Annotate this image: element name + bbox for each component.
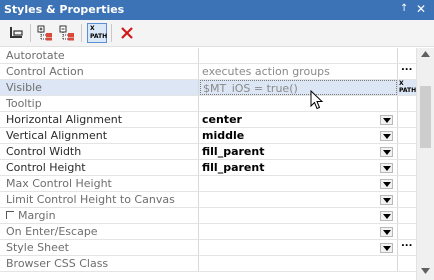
ellipsis-button[interactable]: ... xyxy=(401,62,412,73)
property-value[interactable]: executes action groups xyxy=(200,64,397,79)
property-name: Vertical Alignment xyxy=(0,128,199,143)
property-row-on-enter-escape[interactable]: On Enter/Escape xyxy=(0,224,416,240)
property-row-vertical-alignment[interactable]: Vertical Alignment middle xyxy=(0,128,416,144)
scroll-down-icon[interactable] xyxy=(421,268,430,274)
toolbar-separator xyxy=(81,24,82,42)
property-row-style-sheet[interactable]: Style Sheet ... xyxy=(0,238,416,256)
property-buttons xyxy=(397,256,416,271)
property-value[interactable] xyxy=(200,48,397,63)
property-name: Browser CSS Class xyxy=(0,256,199,271)
margin-icon xyxy=(6,211,14,219)
property-name: Style Sheet xyxy=(0,240,199,255)
property-row-horizontal-alignment[interactable]: Horizontal Alignment center xyxy=(0,112,416,128)
property-name: Control Action xyxy=(0,64,199,79)
property-value[interactable]: fill_parent xyxy=(200,144,397,159)
property-buttons: ... xyxy=(397,62,416,79)
property-value[interactable]: middle xyxy=(200,128,397,143)
property-value[interactable] xyxy=(200,240,397,255)
dropdown-arrow-icon[interactable] xyxy=(380,147,393,157)
property-row-control-action[interactable]: Control Action executes action groups ..… xyxy=(0,62,416,80)
property-value[interactable] xyxy=(200,176,397,191)
dropdown-arrow-icon[interactable] xyxy=(380,227,393,237)
xpath-edit-button[interactable]: X PATH xyxy=(399,80,416,94)
property-name: Tooltip xyxy=(0,96,199,111)
property-buttons xyxy=(397,48,416,63)
tree-view-icon[interactable] xyxy=(6,23,26,43)
property-buttons xyxy=(397,192,416,207)
ellipsis-button[interactable]: ... xyxy=(401,238,412,249)
property-name-container: Margin xyxy=(0,208,199,223)
property-buttons xyxy=(397,112,416,127)
scrollbar-thumb[interactable] xyxy=(420,86,431,148)
toolbar-separator xyxy=(111,24,112,42)
xpath-button-label: X PATH xyxy=(90,25,108,40)
property-buttons xyxy=(397,96,416,111)
delete-icon[interactable] xyxy=(117,23,137,43)
property-row-max-control-height[interactable]: Max Control Height xyxy=(0,176,416,192)
property-name: Autorotate xyxy=(0,48,199,63)
styles-properties-panel: Styles & Properties ↑ ✕ X PATH Autorotat… xyxy=(0,0,434,280)
property-name: Control Height xyxy=(0,160,199,175)
property-row-visible[interactable]: Visible $MT_iOS = true() X PATH xyxy=(0,80,416,96)
property-value[interactable]: fill_parent xyxy=(200,160,397,175)
property-name: Margin xyxy=(18,209,56,222)
property-value[interactable]: center xyxy=(200,112,397,127)
property-buttons xyxy=(397,224,416,239)
property-row-control-width[interactable]: Control Width fill_parent xyxy=(0,144,416,160)
property-buttons xyxy=(397,128,416,143)
property-value[interactable] xyxy=(200,192,397,207)
close-icon[interactable]: ✕ xyxy=(416,2,426,16)
property-value[interactable] xyxy=(200,224,397,239)
toolbar: X PATH xyxy=(0,20,434,47)
property-row-control-height[interactable]: Control Height fill_parent xyxy=(0,160,416,176)
property-buttons xyxy=(397,208,416,223)
xpath-expression-field[interactable]: $MT_iOS = true() xyxy=(200,80,397,95)
dropdown-arrow-icon[interactable] xyxy=(380,195,393,205)
property-value[interactable] xyxy=(200,96,397,111)
toolbar-separator xyxy=(30,24,31,42)
dropdown-arrow-icon[interactable] xyxy=(380,115,393,125)
property-row-autorotate[interactable]: Autorotate xyxy=(0,48,416,64)
property-value[interactable] xyxy=(200,256,397,271)
property-name: Horizontal Alignment xyxy=(0,112,199,127)
dropdown-arrow-icon[interactable] xyxy=(380,243,393,253)
panel-title: Styles & Properties xyxy=(4,3,125,16)
property-grid: Autorotate Control Action executes actio… xyxy=(0,48,416,280)
property-buttons: X PATH xyxy=(397,80,416,95)
mouse-cursor-icon xyxy=(310,90,324,110)
pin-icon[interactable]: ↑ xyxy=(400,3,408,14)
property-buttons xyxy=(397,144,416,159)
scroll-up-icon[interactable] xyxy=(421,51,430,57)
property-name: Visible xyxy=(0,80,199,95)
expand-all-icon[interactable] xyxy=(35,23,55,43)
property-buttons xyxy=(397,160,416,175)
property-row-browser-css-class[interactable]: Browser CSS Class xyxy=(0,256,416,272)
dropdown-arrow-icon[interactable] xyxy=(380,211,393,221)
xpath-button[interactable]: X PATH xyxy=(87,23,107,43)
property-value[interactable] xyxy=(200,208,397,223)
dropdown-arrow-icon[interactable] xyxy=(380,179,393,189)
property-row-margin[interactable]: Margin xyxy=(0,208,416,224)
property-name: On Enter/Escape xyxy=(0,224,199,239)
property-name: Control Width xyxy=(0,144,199,159)
collapse-all-icon[interactable] xyxy=(57,23,77,43)
property-row-tooltip[interactable]: Tooltip xyxy=(0,96,416,112)
property-row-limit-control-height[interactable]: Limit Control Height to Canvas xyxy=(0,192,416,208)
title-bar: Styles & Properties ↑ ✕ xyxy=(0,0,434,20)
property-name: Limit Control Height to Canvas xyxy=(0,192,199,207)
property-buttons: ... xyxy=(397,238,416,255)
dropdown-arrow-icon[interactable] xyxy=(380,163,393,173)
vertical-scrollbar[interactable] xyxy=(416,48,434,280)
dropdown-arrow-icon[interactable] xyxy=(380,131,393,141)
property-buttons xyxy=(397,176,416,191)
property-name: Max Control Height xyxy=(0,176,199,191)
